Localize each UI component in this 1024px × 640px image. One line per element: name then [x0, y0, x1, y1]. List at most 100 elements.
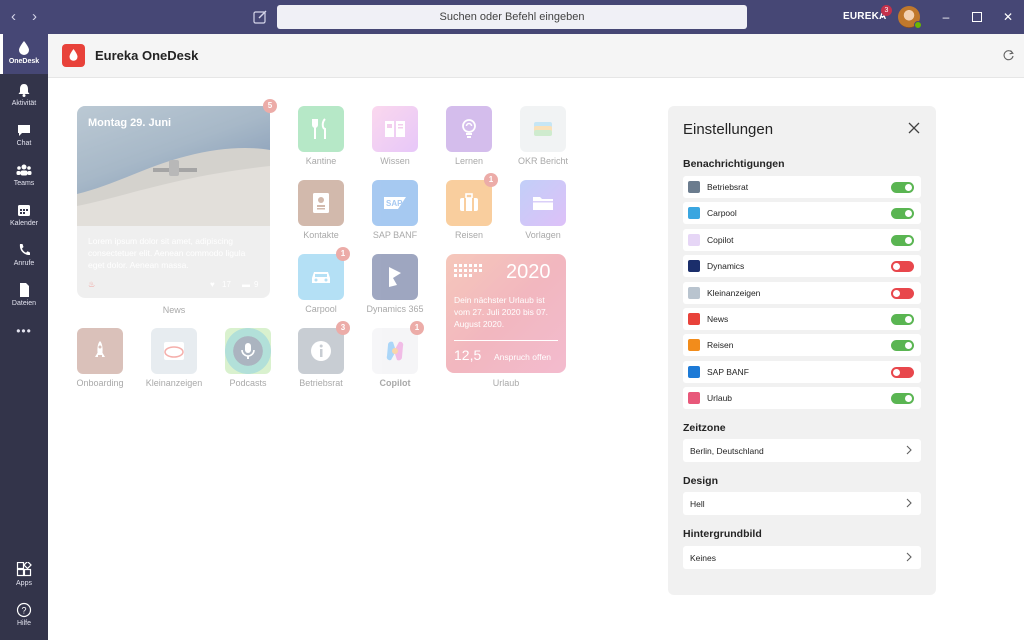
news-tile[interactable]: Montag 29. Juni Lorem ipsum dolor sit am… — [77, 106, 270, 298]
tile-carpool[interactable] — [298, 254, 344, 300]
urlaub-divider — [454, 340, 558, 341]
forward-icon[interactable]: › — [32, 9, 37, 25]
minimize-icon[interactable]: – — [939, 10, 953, 24]
search-input[interactable]: Suchen oder Befehl eingeben — [277, 5, 747, 29]
notification-toggle[interactable] — [891, 340, 914, 352]
presence-status-icon — [914, 21, 922, 29]
rail-item-chat[interactable]: Chat — [0, 116, 48, 156]
rail-label: Kalender — [9, 220, 39, 227]
teams-icon — [16, 164, 32, 176]
tile-wissen[interactable] — [372, 106, 418, 152]
tile-betriebsrat[interactable] — [298, 328, 344, 374]
app-icon — [688, 233, 700, 246]
design-section-title: Design — [683, 475, 719, 487]
notification-toggle[interactable] — [891, 393, 914, 405]
tile-label-lernen: Lernen — [454, 156, 484, 166]
svg-text:?: ? — [21, 606, 26, 616]
settings-panel: Einstellungen Benachrichtigungen Betrieb… — [668, 106, 936, 595]
app-title: Eureka OneDesk — [95, 48, 199, 63]
rail-item-anrufe[interactable]: Anrufe — [0, 236, 48, 276]
back-icon[interactable]: ‹ — [11, 9, 16, 25]
urlaub-tile[interactable]: 2020 Dein nächster Urlaub ist vom 27. Ju… — [446, 254, 566, 373]
notification-row: SAP BANF — [683, 360, 921, 383]
tile-onboarding[interactable] — [77, 328, 123, 374]
maximize-icon[interactable] — [970, 10, 984, 24]
tile-kontakte[interactable] — [298, 180, 344, 226]
app-icon — [688, 286, 700, 299]
rail-item-kalender[interactable]: Kalender — [0, 196, 48, 236]
tile-kantine[interactable] — [298, 106, 344, 152]
rail-item-hilfe[interactable]: ? Hilfe — [0, 596, 48, 636]
rail-item-teams[interactable]: Teams — [0, 156, 48, 196]
app-icon — [688, 392, 700, 405]
title-bar: ‹ › Suchen oder Befehl eingeben EUREKA ⌄… — [0, 0, 1024, 34]
comment-icon[interactable]: ▬ — [242, 280, 250, 289]
rail-item-onedesk[interactable]: OneDesk — [0, 34, 48, 74]
notification-toggle[interactable] — [891, 287, 914, 299]
notification-row: Urlaub — [683, 387, 921, 410]
notification-row: News — [683, 308, 921, 330]
rocket-icon — [95, 341, 105, 357]
tile-reisen[interactable] — [446, 180, 492, 226]
tile-label-news: News — [162, 305, 186, 315]
timezone-row[interactable]: Berlin, Deutschland — [683, 439, 921, 462]
tile-label-reisen: Reisen — [454, 230, 483, 240]
calendar-icon — [18, 205, 30, 216]
help-icon: ? — [16, 602, 32, 618]
notifications-section-title: Benachrichtigungen — [683, 158, 785, 170]
tile-label-kleinanzeigen: Kleinanzeigen — [145, 378, 203, 388]
design-row[interactable]: Hell — [683, 492, 921, 515]
notification-label: Reisen — [707, 340, 734, 351]
notification-toggle[interactable] — [891, 182, 914, 193]
timezone-section-title: Zeitzone — [683, 422, 726, 434]
notification-toggle[interactable] — [891, 366, 914, 378]
news-footer: ♨ ♥ 17 ▬ 9 — [88, 280, 260, 289]
rail-label: OneDesk — [8, 58, 40, 65]
notification-label: Betriebsrat — [707, 182, 749, 192]
compose-icon[interactable] — [252, 9, 268, 25]
svg-text:SAP: SAP — [386, 199, 403, 208]
chevron-right-icon — [906, 445, 912, 455]
rail-more-button[interactable]: ••• — [0, 316, 48, 356]
notification-toggle[interactable] — [891, 314, 914, 325]
tile-label-sap-banf: SAP BANF — [372, 230, 418, 240]
close-icon[interactable] — [906, 120, 922, 136]
chevron-right-icon — [906, 498, 912, 508]
left-rail: OneDesk Aktivität Chat Teams Kalender An… — [0, 34, 48, 640]
rail-item-dateien[interactable]: Dateien — [0, 276, 48, 316]
close-window-icon[interactable]: ✕ — [1001, 10, 1015, 24]
urlaub-claim: Anspruch offen — [494, 352, 552, 362]
notification-toggle[interactable] — [891, 208, 914, 220]
tile-kleinanzeigen[interactable] — [151, 328, 197, 374]
app-icon — [688, 339, 700, 352]
tile-sap-banf[interactable]: SAP — [372, 180, 418, 226]
news-teaser: Lorem ipsum dolor sit amet, adipiscing c… — [88, 236, 246, 270]
notification-label: Carpool — [707, 208, 737, 219]
info-icon — [311, 341, 331, 361]
tile-label-kantine: Kantine — [305, 156, 337, 166]
notification-toggle[interactable] — [891, 234, 914, 246]
cutlery-icon — [312, 118, 326, 139]
heart-icon[interactable]: ♥ — [210, 280, 215, 289]
microphone-icon — [241, 343, 255, 359]
tile-label-okr-bericht: OKR Bericht — [517, 156, 568, 166]
bell-icon — [18, 84, 30, 97]
refresh-icon[interactable] — [1002, 49, 1015, 62]
tile-vorlagen[interactable] — [520, 180, 566, 226]
tile-label-carpool: Carpool — [305, 304, 337, 314]
phone-icon — [19, 244, 30, 256]
rail-item-apps[interactable]: Apps — [0, 556, 48, 596]
tile-dynamics-365[interactable] — [372, 254, 418, 300]
tile-okr-bericht[interactable] — [520, 106, 566, 152]
background-row[interactable]: Keines — [683, 546, 921, 569]
notification-toggle[interactable] — [891, 261, 914, 273]
notification-row: Reisen — [683, 334, 921, 357]
rail-item-aktivitaet[interactable]: Aktivität — [0, 76, 48, 116]
folder-icon — [533, 197, 553, 210]
betriebsrat-badge: 3 — [336, 321, 350, 335]
tile-podcasts[interactable] — [225, 328, 271, 374]
suitcase-icon — [460, 193, 478, 211]
calendar-grid-icon — [454, 264, 482, 277]
tile-lernen[interactable] — [446, 106, 492, 152]
tile-copilot[interactable] — [372, 328, 418, 374]
